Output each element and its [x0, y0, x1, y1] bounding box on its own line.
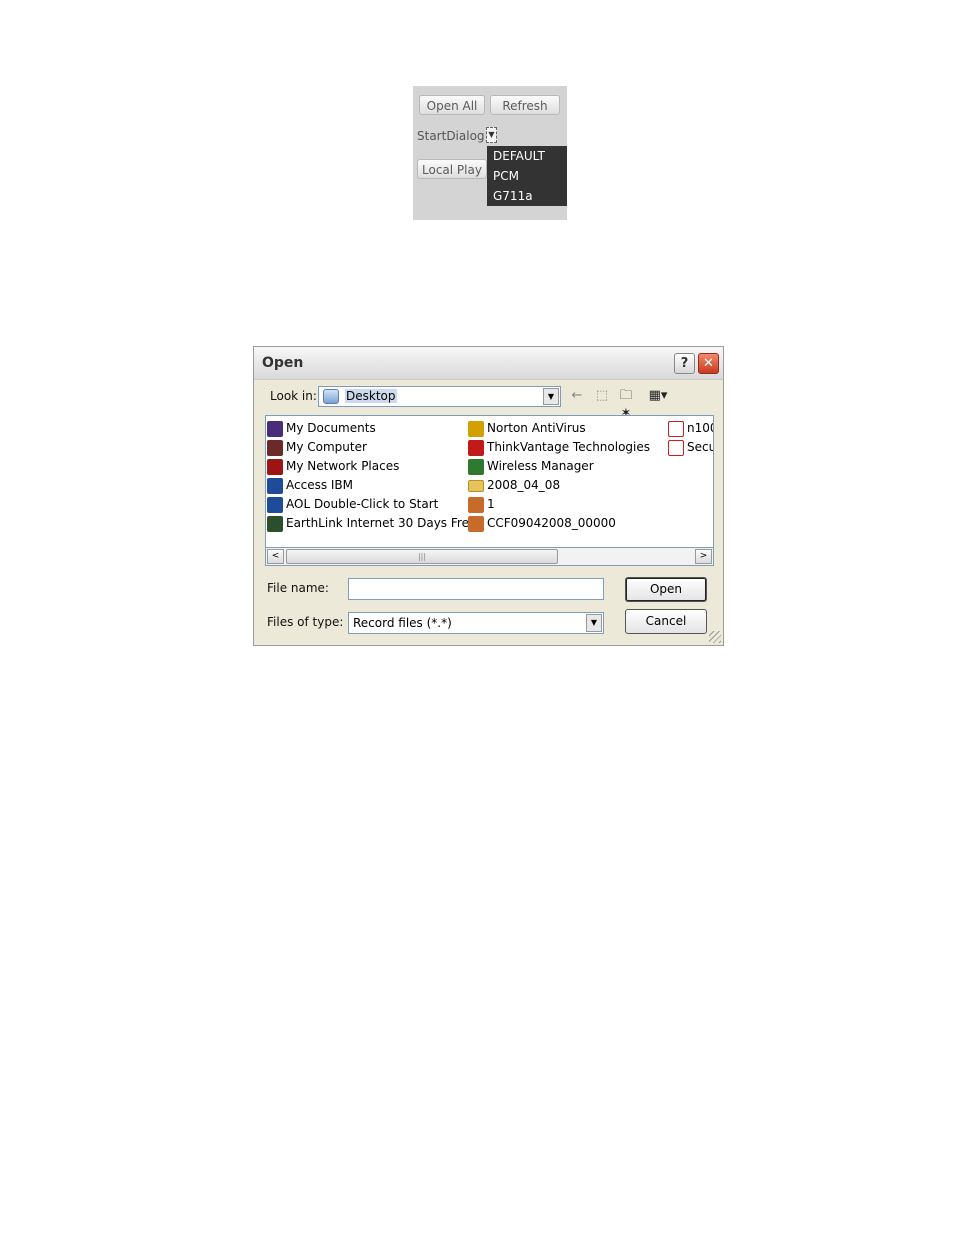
file-list-item[interactable]: CCF09042008_00000 [468, 514, 616, 533]
shortcut-icon [468, 458, 484, 475]
documents-icon [267, 420, 283, 437]
chevron-down-icon[interactable]: ▼ [543, 388, 559, 405]
file-icon [468, 515, 484, 532]
scroll-left-icon[interactable]: < [267, 549, 284, 564]
file-list-item[interactable]: ThinkVantage Technologies [468, 438, 650, 457]
look-in-select[interactable]: Desktop ▼ [318, 386, 561, 407]
file-name: 2008_04_08 [487, 478, 561, 492]
computer-icon [267, 439, 283, 456]
help-icon[interactable]: ? [674, 353, 695, 374]
file-name: Secu [687, 440, 714, 454]
file-name: CCF09042008_00000 [487, 516, 616, 530]
pdf-icon [668, 439, 684, 456]
file-list-item[interactable]: 2008_04_08 [468, 476, 560, 495]
files-of-type-select[interactable]: Record files (*.*) ▼ [348, 612, 604, 634]
file-name: Access IBM [286, 478, 354, 492]
file-list-item[interactable]: Wireless Manager [468, 457, 594, 476]
file-name: My Documents [286, 421, 376, 435]
start-dialog-label: StartDialog [417, 129, 485, 143]
file-list-item[interactable]: Norton AntiVirus [468, 419, 586, 438]
start-dialog-dropdown-menu: DEFAULT PCM G711a [487, 146, 567, 206]
dropdown-option-g711a[interactable]: G711a [487, 186, 567, 206]
file-icon [468, 496, 484, 513]
pdf-icon [668, 420, 684, 437]
local-play-button[interactable]: Local Play [417, 159, 487, 179]
file-list-item[interactable]: My Documents [267, 419, 376, 438]
dropdown-option-default[interactable]: DEFAULT [487, 146, 567, 166]
file-name: n100 [687, 421, 713, 435]
norton-icon [468, 420, 484, 437]
scroll-thumb[interactable]: ||| [286, 549, 558, 564]
file-list-item[interactable]: 1 [468, 495, 495, 514]
chevron-down-icon[interactable]: ▼ [586, 614, 602, 632]
open-file-dialog: Open ? ✕ Look in: Desktop ▼ ← ⬚ 🗀✶ ▦▾ My… [253, 346, 724, 646]
up-folder-icon[interactable]: ⬚ [593, 387, 611, 405]
file-name: EarthLink Internet 30 Days Free [286, 516, 477, 530]
shortcut-icon [267, 496, 283, 513]
desktop-icon [323, 389, 339, 404]
file-name: ThinkVantage Technologies [487, 440, 651, 454]
files-of-type-label: Files of type: [267, 615, 344, 629]
file-name: 1 [487, 497, 495, 511]
file-list-item[interactable]: My Computer [267, 438, 367, 457]
refresh-button[interactable]: Refresh [490, 95, 560, 115]
look-in-value: Desktop [345, 389, 397, 403]
views-menu-icon[interactable]: ▦▾ [643, 387, 673, 405]
file-name-field[interactable] [348, 578, 604, 600]
folder-icon [468, 479, 484, 492]
file-list-item[interactable]: AOL Double-Click to Start [267, 495, 438, 514]
file-list-item[interactable]: Secu [668, 438, 714, 457]
file-name: Wireless Manager [487, 459, 594, 473]
dialog-titlebar[interactable]: Open ? ✕ [254, 347, 723, 380]
file-list-item[interactable]: Access IBM [267, 476, 353, 495]
file-name: My Network Places [286, 459, 400, 473]
cancel-button[interactable]: Cancel [625, 609, 707, 634]
file-list-item[interactable]: EarthLink Internet 30 Days Free [267, 514, 476, 533]
file-list-item[interactable]: My Network Places [267, 457, 399, 476]
thinkvantage-icon [468, 439, 484, 456]
scroll-right-icon[interactable]: > [695, 549, 712, 564]
start-dialog-dropdown-arrow-icon[interactable]: ▼ [486, 127, 497, 143]
horizontal-scrollbar[interactable]: < ||| > [265, 547, 714, 566]
open-all-button[interactable]: Open All [419, 95, 485, 115]
back-arrow-icon[interactable]: ← [569, 387, 585, 405]
look-in-label: Look in: [270, 389, 317, 403]
open-button[interactable]: Open [625, 577, 707, 602]
file-name-label: File name: [267, 581, 329, 595]
player-control-panel: Open All Refresh StartDialog ▼ Local Pla… [413, 86, 567, 220]
dropdown-option-pcm[interactable]: PCM [487, 166, 567, 186]
new-folder-icon[interactable]: 🗀✶ [616, 387, 636, 421]
file-name: Norton AntiVirus [487, 421, 586, 435]
network-icon [267, 458, 283, 475]
files-of-type-value: Record files (*.*) [353, 616, 452, 630]
file-name: AOL Double-Click to Start [286, 497, 439, 511]
shortcut-icon [267, 515, 283, 532]
file-list[interactable]: My Documents My Computer My Network Places… [265, 415, 714, 566]
dialog-title: Open [262, 355, 304, 371]
file-list-item[interactable]: n100 [668, 419, 713, 438]
resize-grip-icon[interactable] [709, 631, 721, 643]
shortcut-icon [267, 477, 283, 494]
file-name: My Computer [286, 440, 367, 454]
close-icon[interactable]: ✕ [698, 353, 719, 374]
